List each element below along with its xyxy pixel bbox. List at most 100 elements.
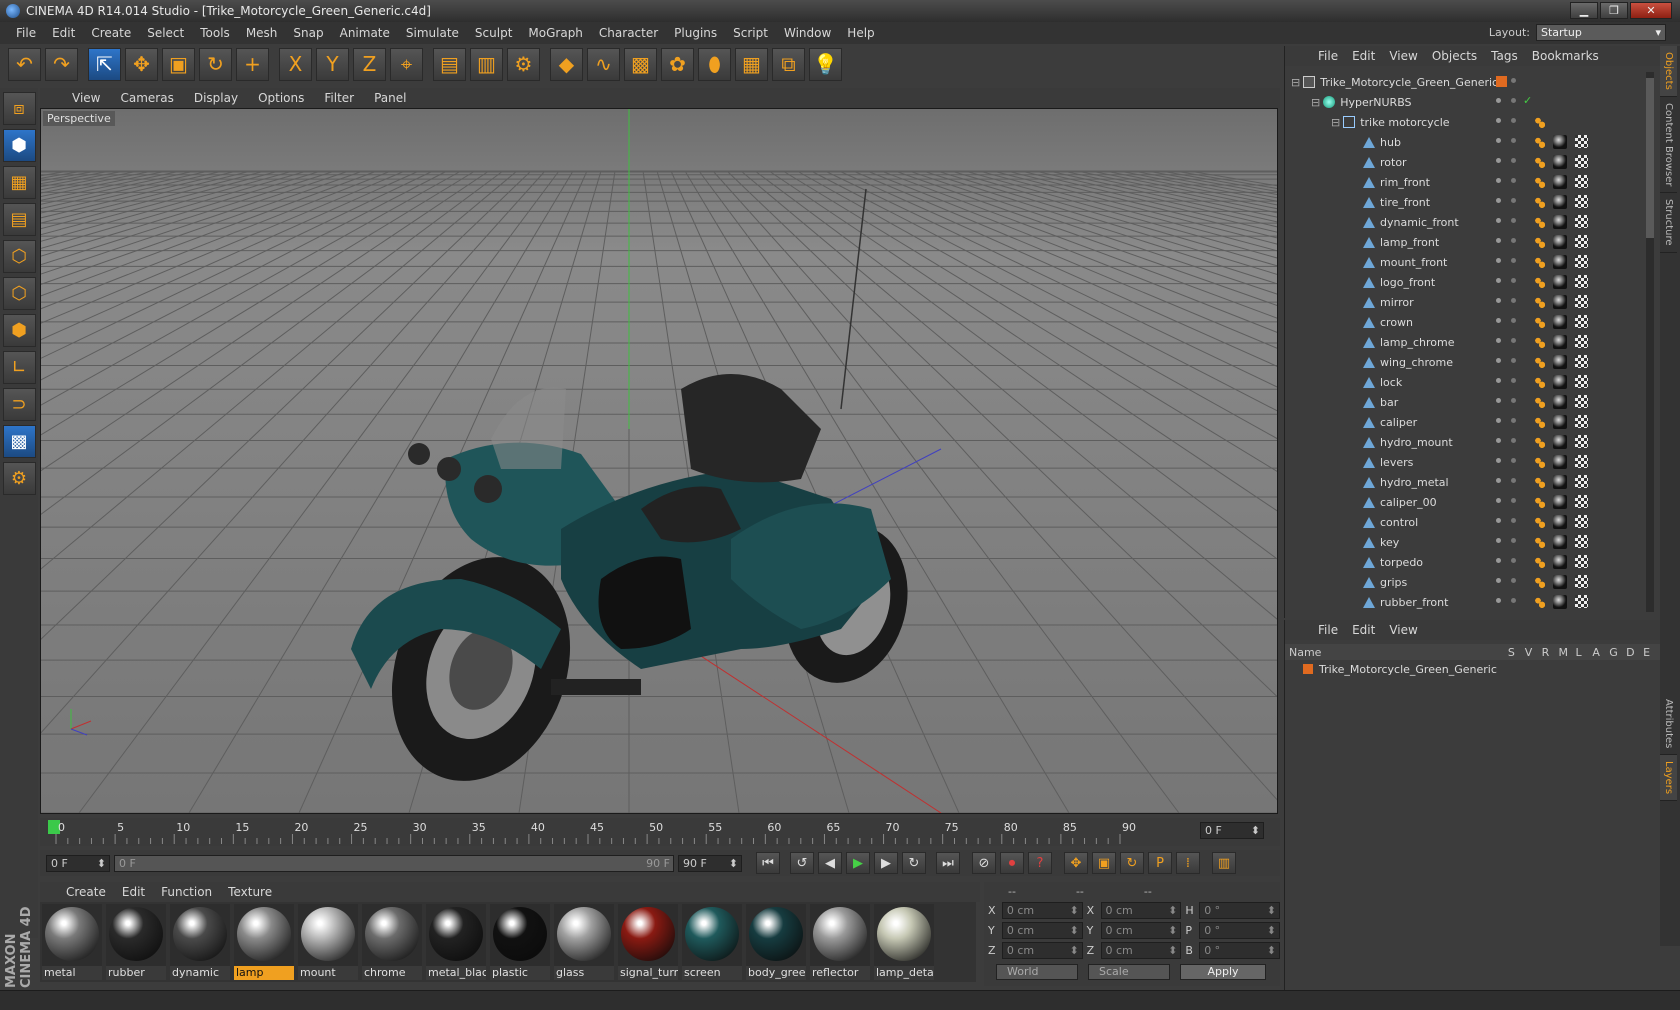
editor-visibility-icon[interactable] bbox=[1496, 398, 1501, 403]
object-row-lock[interactable]: lock bbox=[1285, 372, 1645, 392]
phong-tag-icon[interactable] bbox=[1535, 375, 1545, 389]
workplane-lock-icon[interactable]: ▩ bbox=[2, 425, 36, 458]
scrollbar-thumb[interactable] bbox=[1646, 78, 1654, 238]
editor-visibility-icon[interactable] bbox=[1496, 98, 1501, 103]
phong-tag-icon[interactable] bbox=[1535, 195, 1545, 209]
menu-animate[interactable]: Animate bbox=[332, 26, 398, 40]
material-tag-icon[interactable] bbox=[1553, 155, 1567, 169]
coordinate-scale-dropdown[interactable]: Scale bbox=[1088, 964, 1170, 980]
layer-menu-edit[interactable]: Edit bbox=[1345, 623, 1382, 637]
uvw-tag-icon[interactable] bbox=[1575, 455, 1588, 468]
object-row-caliper[interactable]: caliper bbox=[1285, 412, 1645, 432]
grid-snap-icon[interactable]: ⚙ bbox=[2, 462, 36, 495]
object-row-rubber-front[interactable]: rubber_front bbox=[1285, 592, 1645, 612]
side-tab-objects[interactable]: Objects bbox=[1660, 46, 1677, 97]
coordinate-field[interactable]: 0 ° ⬍ bbox=[1199, 901, 1281, 919]
object-row-trike-motorcycle[interactable]: ⊟ trike motorcycle bbox=[1285, 112, 1645, 132]
phong-tag-icon[interactable] bbox=[1535, 535, 1545, 549]
object-menu-bookmarks[interactable]: Bookmarks bbox=[1525, 49, 1606, 63]
layer-menu-file[interactable]: File bbox=[1311, 623, 1345, 637]
render-visibility-icon[interactable] bbox=[1511, 138, 1516, 143]
material-swatch-body-green[interactable]: body_green bbox=[746, 904, 806, 980]
scale-icon[interactable]: ▣ bbox=[162, 47, 195, 81]
material-menu-create[interactable]: Create bbox=[58, 885, 114, 899]
phong-tag-icon[interactable] bbox=[1535, 415, 1545, 429]
material-tag-icon[interactable] bbox=[1553, 135, 1567, 149]
render-visibility-icon[interactable] bbox=[1511, 78, 1516, 83]
uvw-tag-icon[interactable] bbox=[1575, 195, 1588, 208]
autokey-button[interactable]: ? bbox=[1028, 852, 1052, 874]
uvw-tag-icon[interactable] bbox=[1575, 555, 1588, 568]
render-visibility-icon[interactable] bbox=[1511, 318, 1516, 323]
phong-tag-icon[interactable] bbox=[1535, 435, 1545, 449]
floor-icon[interactable]: ▦ bbox=[735, 47, 768, 81]
viewport-menu-view[interactable]: View bbox=[62, 91, 110, 105]
phong-tag-icon[interactable] bbox=[1535, 555, 1545, 569]
uvw-tag-icon[interactable] bbox=[1575, 315, 1588, 328]
menu-mograph[interactable]: MoGraph bbox=[520, 26, 591, 40]
live-selection-icon[interactable]: ⇱ bbox=[88, 47, 121, 81]
perspective-viewport[interactable]: Perspective bbox=[40, 108, 1278, 814]
render-visibility-icon[interactable] bbox=[1511, 378, 1516, 383]
object-menu-view[interactable]: View bbox=[1382, 49, 1424, 63]
make-editable-icon[interactable]: ⧈ bbox=[2, 92, 36, 125]
material-tag-icon[interactable] bbox=[1553, 295, 1567, 309]
menu-create[interactable]: Create bbox=[83, 26, 139, 40]
phong-tag-icon[interactable] bbox=[1535, 275, 1545, 289]
object-row-wing-chrome[interactable]: wing_chrome bbox=[1285, 352, 1645, 372]
enabled-check-icon[interactable]: ✓ bbox=[1523, 94, 1532, 107]
editor-visibility-icon[interactable] bbox=[1496, 418, 1501, 423]
material-menu-edit[interactable]: Edit bbox=[114, 885, 153, 899]
nurbs-icon[interactable]: ▩ bbox=[624, 47, 657, 81]
object-row-torpedo[interactable]: torpedo bbox=[1285, 552, 1645, 572]
phong-tag-icon[interactable] bbox=[1535, 115, 1545, 129]
menu-sculpt[interactable]: Sculpt bbox=[467, 26, 520, 40]
material-tag-icon[interactable] bbox=[1553, 315, 1567, 329]
object-menu-file[interactable]: File bbox=[1311, 49, 1345, 63]
render-visibility-icon[interactable] bbox=[1511, 478, 1516, 483]
uvw-tag-icon[interactable] bbox=[1575, 495, 1588, 508]
editor-visibility-icon[interactable] bbox=[1496, 538, 1501, 543]
viewport-menu-panel[interactable]: Panel bbox=[364, 91, 416, 105]
render-visibility-icon[interactable] bbox=[1511, 198, 1516, 203]
array-icon[interactable]: ✿ bbox=[661, 47, 694, 81]
editor-visibility-icon[interactable] bbox=[1496, 458, 1501, 463]
object-menu-edit[interactable]: Edit bbox=[1345, 49, 1382, 63]
render-visibility-icon[interactable] bbox=[1511, 258, 1516, 263]
editor-visibility-icon[interactable] bbox=[1496, 498, 1501, 503]
redo-icon[interactable]: ↷ bbox=[45, 47, 78, 81]
editor-visibility-icon[interactable] bbox=[1496, 598, 1501, 603]
phong-tag-icon[interactable] bbox=[1535, 255, 1545, 269]
z-axis-icon[interactable]: Z bbox=[353, 47, 386, 81]
timeline[interactable]: 0 5 10 15 20 25 30 35 40 45 50 55 60 65 70 75 80 85 90 0 F… bbox=[40, 818, 1280, 846]
object-menu-tags[interactable]: Tags bbox=[1484, 49, 1525, 63]
material-swatch-metal[interactable]: metal bbox=[42, 904, 102, 980]
render-visibility-icon[interactable] bbox=[1511, 538, 1516, 543]
snap-icon[interactable]: ⊃ bbox=[2, 388, 36, 421]
uvw-tag-icon[interactable] bbox=[1575, 155, 1588, 168]
object-row-hypernurbs[interactable]: ⊟ HyperNURBS ✓ bbox=[1285, 92, 1645, 112]
editor-visibility-icon[interactable] bbox=[1496, 198, 1501, 203]
menu-edit[interactable]: Edit bbox=[44, 26, 83, 40]
object-menu-objects[interactable]: Objects bbox=[1425, 49, 1484, 63]
apply-button[interactable]: Apply bbox=[1180, 964, 1266, 980]
object-tree-scrollbar[interactable] bbox=[1646, 72, 1654, 612]
phong-tag-icon[interactable] bbox=[1535, 215, 1545, 229]
layout-dropdown[interactable]: Startup ▾ bbox=[1536, 24, 1666, 41]
maximize-button[interactable]: ❐ bbox=[1600, 2, 1628, 19]
material-swatch-screen[interactable]: screen bbox=[682, 904, 742, 980]
uvw-tag-icon[interactable] bbox=[1575, 215, 1588, 228]
editor-visibility-icon[interactable] bbox=[1496, 378, 1501, 383]
uvw-tag-icon[interactable] bbox=[1575, 535, 1588, 548]
render-visibility-icon[interactable] bbox=[1511, 458, 1516, 463]
workplane-icon[interactable]: ▤ bbox=[2, 203, 36, 236]
object-row-crown[interactable]: crown bbox=[1285, 312, 1645, 332]
material-swatch-dynamic[interactable]: dynamic bbox=[170, 904, 230, 980]
material-menu-texture[interactable]: Texture bbox=[220, 885, 280, 899]
material-tag-icon[interactable] bbox=[1553, 215, 1567, 229]
material-tag-icon[interactable] bbox=[1553, 375, 1567, 389]
uvw-tag-icon[interactable] bbox=[1575, 175, 1588, 188]
menu-snap[interactable]: Snap bbox=[285, 26, 331, 40]
material-tag-icon[interactable] bbox=[1553, 395, 1567, 409]
cube-icon[interactable]: ◆ bbox=[550, 47, 583, 81]
